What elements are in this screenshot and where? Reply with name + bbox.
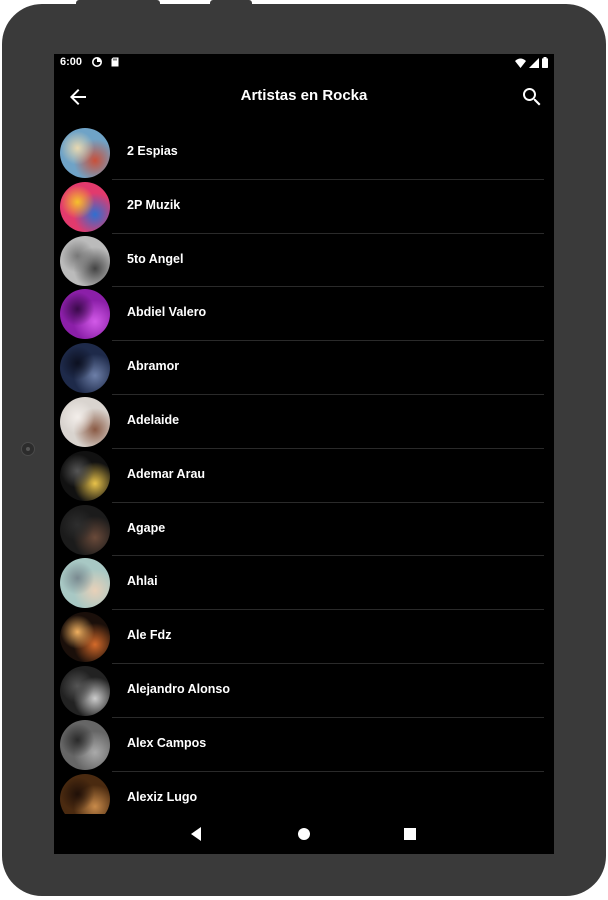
nav-home-icon[interactable] [295,825,313,843]
artist-name: Ademar Arau [127,466,206,481]
artist-avatar [60,612,110,663]
artist-list-item[interactable]: 2P Muzik [54,180,554,234]
data-saver-icon [92,57,102,67]
camera-icon [21,442,35,456]
artist-name: 2P Muzik [127,197,181,212]
artist-name: Adelaide [127,412,180,427]
artist-name: Ale Fdz [127,628,172,643]
artist-avatar [60,450,110,501]
system-nav-bar [54,814,554,854]
status-time: 6:00 [60,56,83,68]
artist-list-item[interactable]: 5to Angel [54,234,554,288]
artist-list-item[interactable]: Alejandro Alonso [54,664,554,718]
artist-name: Alex Campos [127,735,207,750]
artist-avatar [60,719,110,770]
sd-card-icon [111,57,119,67]
status-bar: 6:00 [54,54,554,72]
artist-name: Agape [127,520,166,535]
artist-list-item[interactable]: Ale Fdz [54,610,554,664]
artist-list-item[interactable]: Ahlai [54,556,554,611]
artist-name: Alexiz Lugo [127,789,198,804]
artist-list-item[interactable]: Ademar Arau [54,449,554,503]
artist-list-item[interactable]: Agape [54,503,554,557]
artist-list: 2 Espias 2P Muzik 5to Angel Abdiel Valero Ab… [54,126,554,826]
artist-list-item[interactable]: Adelaide [54,395,554,449]
artist-avatar [60,343,110,394]
cellular-signal-icon [529,57,539,68]
wifi-icon [515,58,526,68]
battery-icon [542,57,548,68]
artist-avatar [60,504,110,555]
artist-name: Alejandro Alonso [127,681,231,696]
artist-name: Abdiel Valero [127,305,207,320]
status-icons-right [515,57,548,68]
artist-name: 5to Angel [127,251,184,266]
artist-avatar [60,181,110,232]
artist-list-item[interactable]: Alex Campos [54,718,554,772]
artist-name: 2 Espias [127,144,178,158]
artist-list-item[interactable]: Abramor [54,341,554,395]
artist-list-item[interactable]: 2 Espias [54,126,554,180]
artist-avatar [60,235,110,286]
nav-back-icon[interactable] [188,825,206,843]
artist-avatar [60,289,110,340]
screen: 6:00 Artistas en Rocka 2 Espias 2P Muzik… [54,54,554,854]
artist-name: Ahlai [127,574,158,589]
tablet-frame: 6:00 Artistas en Rocka 2 Espias 2P Muzik… [0,0,608,900]
nav-recents-icon[interactable] [401,825,419,843]
app-bar: Artistas en Rocka [54,72,554,122]
artist-name: Abramor [127,359,180,374]
artist-avatar [60,558,110,609]
artist-avatar [60,128,110,178]
search-icon[interactable] [520,85,544,109]
artist-avatar [60,665,110,716]
artist-list-item[interactable]: Abdiel Valero [54,287,554,342]
page-title: Artistas en Rocka [240,87,368,104]
artist-avatar [60,396,110,447]
